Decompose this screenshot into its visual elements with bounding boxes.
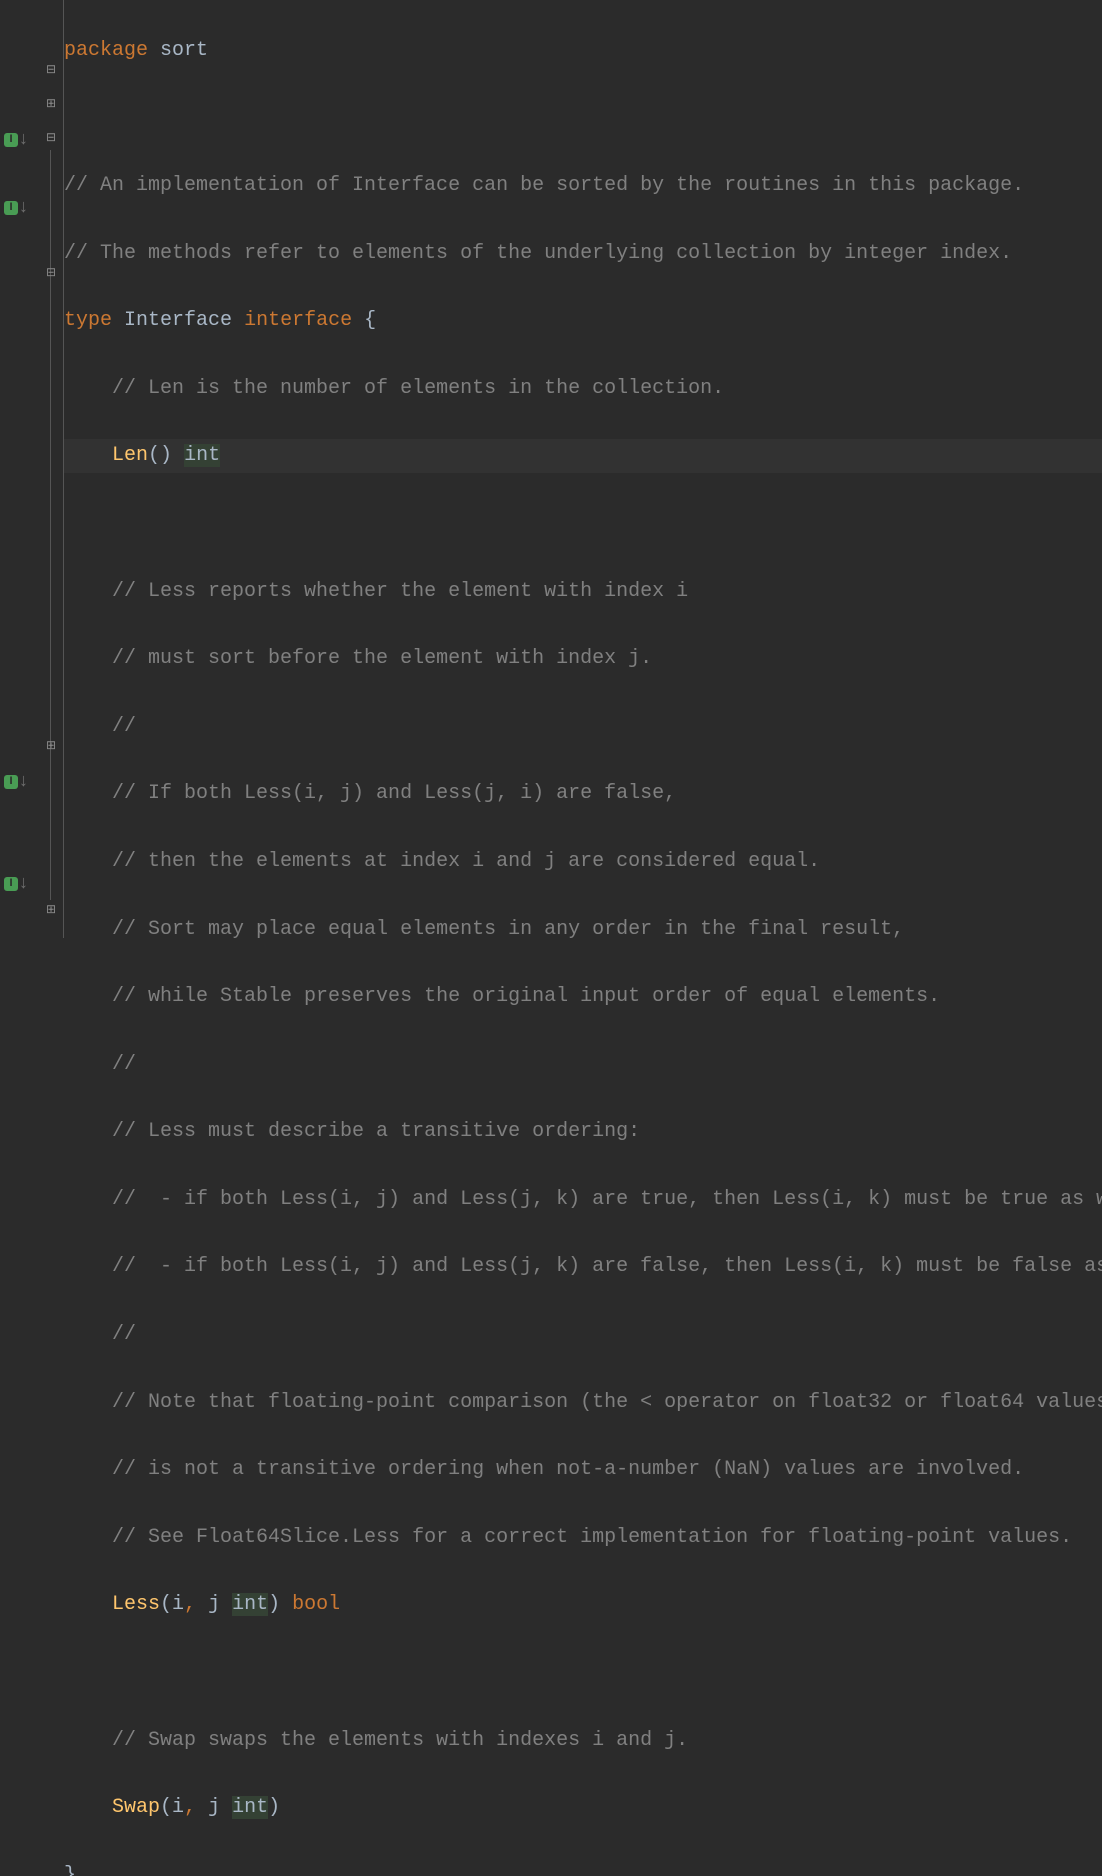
code-editor[interactable]: I ↓ I ↓ I ↓ I ↓ ⊟ ⊞ ⊟ ⊟ ⊞ ⊞ package sort…	[0, 0, 1102, 938]
comment: // - if both Less(i, j) and Less(j, k) a…	[112, 1255, 1102, 1278]
type-int: int	[232, 1796, 268, 1819]
implementations-marker[interactable]: I ↓	[4, 772, 36, 792]
paren: )	[160, 444, 172, 467]
method-name: Less	[112, 1593, 160, 1616]
code-line[interactable]: // The methods refer to elements of the …	[64, 237, 1102, 271]
comment: // - if both Less(i, j) and Less(j, k) a…	[112, 1188, 1102, 1211]
method-name: Swap	[112, 1796, 160, 1819]
package-name: sort	[160, 39, 208, 62]
code-line[interactable]: package sort	[64, 34, 1102, 68]
code-line[interactable]: // - if both Less(i, j) and Less(j, k) a…	[64, 1250, 1102, 1284]
code-line[interactable]	[64, 1656, 1102, 1690]
comma: ,	[184, 1796, 196, 1819]
brace: {	[364, 309, 376, 332]
code-line[interactable]: //	[64, 1318, 1102, 1352]
comment: //	[112, 715, 136, 738]
code-line[interactable]: // Note that floating-point comparison (…	[64, 1386, 1102, 1420]
comment: // while Stable preserves the original i…	[112, 985, 940, 1008]
code-line[interactable]: // - if both Less(i, j) and Less(j, k) a…	[64, 1183, 1102, 1217]
down-arrow-icon: ↓	[18, 875, 29, 893]
down-arrow-icon: ↓	[18, 199, 29, 217]
comment: //	[112, 1323, 136, 1346]
impl-icon: I	[4, 775, 18, 789]
code-line[interactable]: // See Float64Slice.Less for a correct i…	[64, 1521, 1102, 1555]
brace: }	[64, 1864, 76, 1876]
code-line[interactable]: Less(i, j int) bool	[64, 1588, 1102, 1622]
fold-collapse-icon[interactable]: ⊟	[44, 132, 58, 146]
comment: // Note that floating-point comparison (…	[112, 1391, 1102, 1414]
comment: // The methods refer to elements of the …	[64, 242, 1012, 265]
code-line-current[interactable]: Len() int	[64, 439, 1102, 473]
comment: //	[112, 1053, 136, 1076]
code-line[interactable]: type Interface interface {	[64, 304, 1102, 338]
param: i	[172, 1796, 184, 1819]
fold-gutter: ⊟ ⊞ ⊟ ⊟ ⊞ ⊞	[40, 0, 64, 938]
code-line[interactable]: // while Stable preserves the original i…	[64, 980, 1102, 1014]
comment: // Len is the number of elements in the …	[112, 377, 724, 400]
type-name: Interface	[124, 309, 232, 332]
code-line[interactable]: // Len is the number of elements in the …	[64, 372, 1102, 406]
impl-icon: I	[4, 133, 18, 147]
impl-icon: I	[4, 877, 18, 891]
paren: (	[148, 444, 160, 467]
code-line[interactable]: // Swap swaps the elements with indexes …	[64, 1724, 1102, 1758]
down-arrow-icon: ↓	[18, 773, 29, 791]
param: j	[208, 1796, 220, 1819]
method-name: Len	[112, 444, 148, 467]
comment: // then the elements at index i and j ar…	[112, 850, 820, 873]
comma: ,	[184, 1593, 196, 1616]
code-line[interactable]: Swap(i, j int)	[64, 1791, 1102, 1825]
fold-expand-icon[interactable]: ⊞	[44, 740, 58, 754]
code-line[interactable]: //	[64, 710, 1102, 744]
paren: )	[268, 1796, 280, 1819]
comment: // Sort may place equal elements in any …	[112, 918, 904, 941]
comment: // See Float64Slice.Less for a correct i…	[112, 1526, 1072, 1549]
comment: // is not a transitive ordering when not…	[112, 1458, 1024, 1481]
code-line[interactable]: // must sort before the element with ind…	[64, 642, 1102, 676]
code-line[interactable]	[64, 101, 1102, 135]
fold-collapse-icon[interactable]: ⊟	[44, 267, 58, 281]
keyword-interface: interface	[244, 309, 352, 332]
fold-expand-icon[interactable]: ⊞	[44, 98, 58, 112]
fold-collapse-icon[interactable]: ⊟	[44, 64, 58, 78]
code-line[interactable]: // then the elements at index i and j ar…	[64, 845, 1102, 879]
paren: )	[268, 1593, 280, 1616]
fold-expand-icon[interactable]: ⊞	[44, 904, 58, 918]
type-bool: bool	[292, 1593, 340, 1616]
paren: (	[160, 1593, 172, 1616]
param: i	[172, 1593, 184, 1616]
marker-gutter: I ↓ I ↓ I ↓ I ↓	[0, 0, 40, 938]
comment: // Swap swaps the elements with indexes …	[112, 1729, 688, 1752]
implementations-marker[interactable]: I ↓	[4, 874, 36, 894]
param: j	[208, 1593, 220, 1616]
code-line[interactable]: // is not a transitive ordering when not…	[64, 1453, 1102, 1487]
code-line[interactable]	[64, 507, 1102, 541]
comment: // Less must describe a transitive order…	[112, 1120, 640, 1143]
keyword-type: type	[64, 309, 112, 332]
comment: // If both Less(i, j) and Less(j, i) are…	[112, 782, 676, 805]
code-line[interactable]: // If both Less(i, j) and Less(j, i) are…	[64, 777, 1102, 811]
down-arrow-icon: ↓	[18, 131, 29, 149]
code-line[interactable]: // Less reports whether the element with…	[64, 575, 1102, 609]
implementations-marker[interactable]: I ↓	[4, 198, 36, 218]
type-int: int	[184, 444, 220, 467]
code-line[interactable]: // Sort may place equal elements in any …	[64, 913, 1102, 947]
code-area[interactable]: package sort // An implementation of Int…	[64, 0, 1102, 938]
keyword-package: package	[64, 39, 148, 62]
paren: (	[160, 1796, 172, 1819]
comment: // Less reports whether the element with…	[112, 580, 688, 603]
code-line[interactable]: //	[64, 1048, 1102, 1082]
type-int: int	[232, 1593, 268, 1616]
comment: // An implementation of Interface can be…	[64, 174, 1024, 197]
code-line[interactable]: // An implementation of Interface can be…	[64, 169, 1102, 203]
implementations-marker[interactable]: I ↓	[4, 130, 36, 150]
impl-icon: I	[4, 201, 18, 215]
code-line[interactable]: // Less must describe a transitive order…	[64, 1115, 1102, 1149]
code-line[interactable]: }	[64, 1859, 1102, 1876]
comment: // must sort before the element with ind…	[112, 647, 652, 670]
